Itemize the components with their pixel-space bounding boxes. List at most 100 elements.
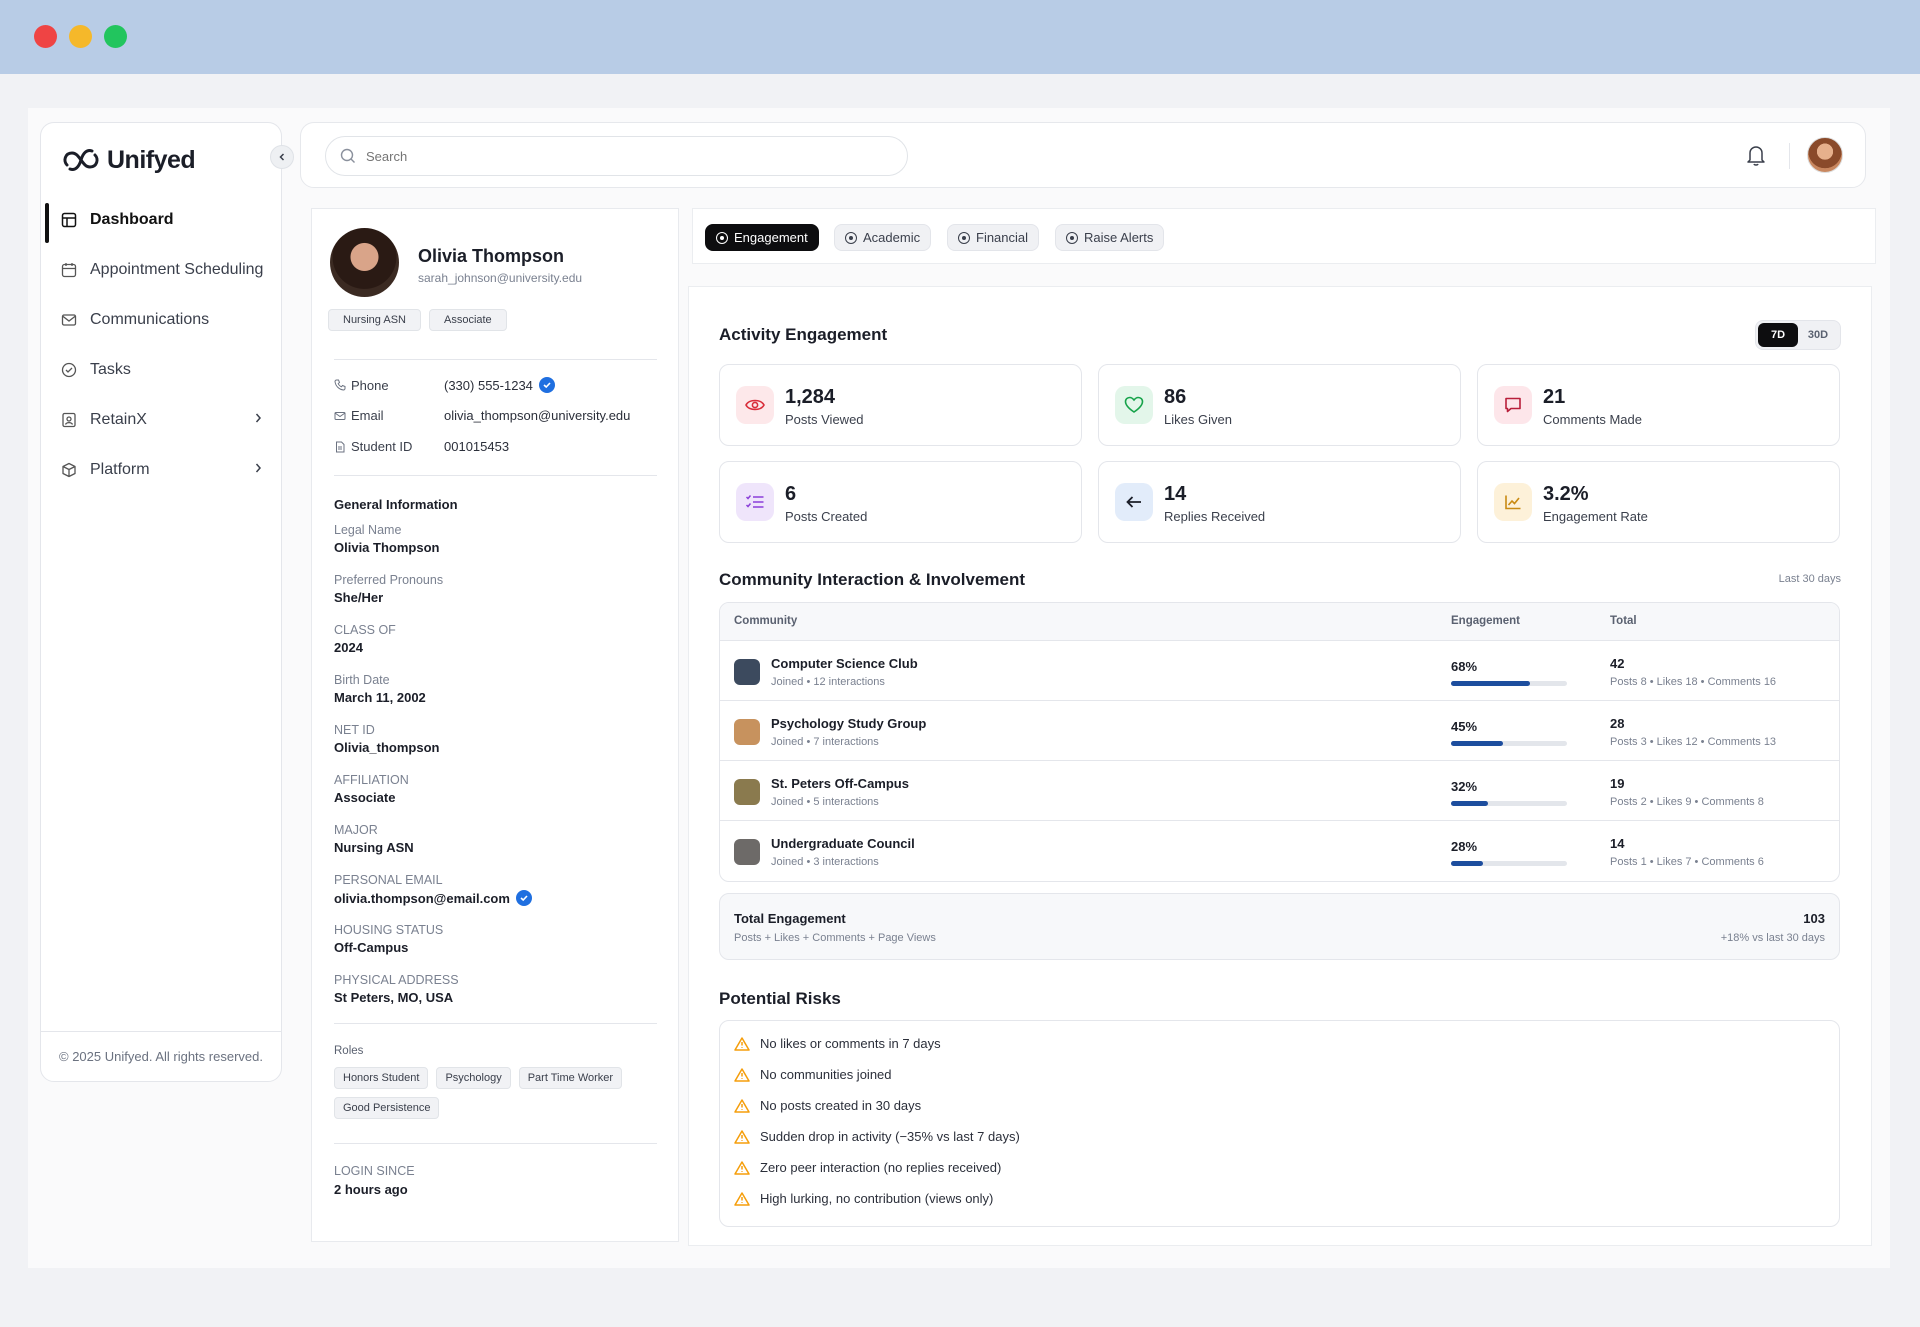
tab-raise-alerts[interactable]: Raise Alerts bbox=[1055, 224, 1165, 251]
window-close-button[interactable] bbox=[34, 25, 57, 48]
community-period: Last 30 days bbox=[1778, 573, 1841, 585]
total-engagement-title: Total Engagement bbox=[734, 911, 846, 926]
arrow-left-icon bbox=[1115, 483, 1153, 521]
roles-list: Honors Student Psychology Part Time Work… bbox=[334, 1067, 654, 1119]
contact-email-row: Email olivia_thompson@university.edu bbox=[334, 408, 630, 423]
engagement-panel: Activity Engagement 7D 30D 1,284 Posts V… bbox=[688, 286, 1872, 1246]
community-thumbnail bbox=[734, 839, 760, 865]
table-row[interactable]: Computer Science Club Joined • 12 intera… bbox=[720, 641, 1839, 701]
program-chip: Nursing ASN bbox=[328, 309, 421, 331]
total-detail: Posts 1 • Likes 7 • Comments 6 bbox=[1610, 856, 1764, 868]
contact-phone-row: Phone (330) 555-1234 bbox=[334, 377, 555, 393]
chevron-right-icon bbox=[255, 413, 261, 423]
notifications-button[interactable] bbox=[1745, 143, 1767, 172]
engagement-bar-fill bbox=[1451, 801, 1489, 806]
community-sub: Joined • 12 interactions bbox=[771, 676, 885, 688]
sidebar-item-communications[interactable]: Communications bbox=[41, 295, 281, 345]
email-value[interactable]: olivia_thompson@university.edu bbox=[444, 408, 630, 423]
stat-card: 1,284 Posts Viewed bbox=[719, 364, 1082, 446]
window-maximize-button[interactable] bbox=[104, 25, 127, 48]
stat-value: 14 bbox=[1164, 483, 1187, 505]
total-value: 42 bbox=[1610, 656, 1625, 671]
range-30d-button[interactable]: 30D bbox=[1798, 323, 1838, 347]
table-row[interactable]: St. Peters Off-Campus Joined • 5 interac… bbox=[720, 761, 1839, 821]
window-minimize-button[interactable] bbox=[69, 25, 92, 48]
engagement-percent: 45% bbox=[1451, 719, 1478, 734]
sidebar-footer: © 2025 Unifyed. All rights reserved. bbox=[41, 1031, 281, 1081]
info-net-id: NET ID Olivia_thompson bbox=[334, 723, 440, 755]
engagement-bar-fill bbox=[1451, 681, 1530, 686]
student-id-value: 001015453 bbox=[444, 439, 510, 454]
search-box[interactable] bbox=[325, 136, 908, 176]
engagement-bar-fill bbox=[1451, 861, 1484, 866]
community-name: Computer Science Club bbox=[771, 656, 918, 671]
affiliation-chip: Associate bbox=[428, 309, 507, 331]
community-name: Psychology Study Group bbox=[771, 716, 927, 731]
target-icon bbox=[716, 231, 728, 244]
role-chip: Honors Student bbox=[334, 1067, 429, 1089]
range-toggle: 7D 30D bbox=[1755, 320, 1841, 350]
profile-name: Olivia Thompson bbox=[418, 246, 565, 266]
target-icon bbox=[1066, 231, 1078, 244]
total-engagement-sub: Posts + Likes + Comments + Page Views bbox=[734, 932, 936, 944]
stat-label: Engagement Rate bbox=[1543, 509, 1648, 524]
chevron-left-icon bbox=[279, 153, 285, 161]
cube-icon bbox=[60, 461, 78, 479]
community-name: St. Peters Off-Campus bbox=[771, 776, 909, 791]
phone-icon bbox=[334, 379, 346, 391]
table-row[interactable]: Undergraduate Council Joined • 3 interac… bbox=[720, 821, 1839, 881]
sidebar-item-tasks[interactable]: Tasks bbox=[41, 345, 281, 395]
sidebar-item-label: Platform bbox=[90, 461, 150, 478]
warning-icon bbox=[734, 1191, 750, 1206]
total-value: 28 bbox=[1610, 716, 1625, 731]
col-total: Total bbox=[1610, 615, 1637, 627]
stat-card: 6 Posts Created bbox=[719, 461, 1082, 543]
student-profile-panel: Olivia Thompson sarah_johnson@university… bbox=[311, 208, 679, 1242]
divider bbox=[334, 1023, 657, 1024]
user-avatar[interactable] bbox=[1807, 137, 1843, 173]
engagement-bar-fill bbox=[1451, 741, 1504, 746]
stat-label: Likes Given bbox=[1164, 412, 1232, 427]
tab-academic[interactable]: Academic bbox=[834, 224, 932, 251]
stat-value: 3.2% bbox=[1543, 483, 1589, 505]
info-affiliation: AFFILIATION Associate bbox=[334, 773, 409, 805]
divider bbox=[334, 359, 657, 360]
logo[interactable]: Unifyed bbox=[61, 145, 196, 175]
warning-icon bbox=[734, 1160, 750, 1175]
collapse-sidebar-button[interactable] bbox=[270, 145, 294, 169]
logo-icon bbox=[63, 149, 99, 171]
sidebar-item-dashboard[interactable]: Dashboard bbox=[41, 195, 281, 245]
stat-card: 3.2% Engagement Rate bbox=[1477, 461, 1840, 543]
info-legal-name: Legal Name Olivia Thompson bbox=[334, 523, 440, 555]
sidebar-item-platform[interactable]: Platform bbox=[41, 445, 281, 495]
role-chip: Good Persistence bbox=[334, 1097, 440, 1119]
stat-value: 6 bbox=[785, 483, 797, 505]
tab-financial[interactable]: Financial bbox=[947, 224, 1040, 251]
warning-icon bbox=[734, 1067, 750, 1082]
sidebar-item-appointment-scheduling[interactable]: Appointment Scheduling bbox=[41, 245, 281, 295]
phone-value: (330) 555-1234 bbox=[444, 377, 533, 393]
total-detail: Posts 3 • Likes 12 • Comments 13 bbox=[1610, 736, 1777, 748]
header-divider bbox=[1789, 143, 1790, 169]
chevron-right-icon bbox=[255, 463, 261, 473]
table-row[interactable]: Psychology Study Group Joined • 7 intera… bbox=[720, 701, 1839, 761]
sidebar-item-retainx[interactable]: RetainX bbox=[41, 395, 281, 445]
community-table: Community Engagement Total Computer Scie… bbox=[719, 602, 1840, 882]
total-engagement-change: +18% vs last 30 days bbox=[1720, 932, 1825, 944]
calendar-icon bbox=[60, 261, 78, 279]
search-input[interactable] bbox=[366, 148, 866, 164]
engagement-percent: 68% bbox=[1451, 659, 1478, 674]
risk-item: No posts created in 30 days bbox=[734, 1098, 921, 1113]
list-icon bbox=[736, 483, 774, 521]
engagement-bar bbox=[1451, 801, 1567, 806]
total-engagement-value: 103 bbox=[1803, 911, 1825, 926]
tab-engagement[interactable]: Engagement bbox=[705, 224, 819, 251]
range-7d-button[interactable]: 7D bbox=[1758, 323, 1798, 347]
divider bbox=[334, 475, 657, 476]
verified-icon bbox=[538, 377, 555, 393]
community-sub: Joined • 7 interactions bbox=[771, 736, 879, 748]
engagement-percent: 32% bbox=[1451, 779, 1478, 794]
profile-chips: Nursing ASN Associate bbox=[328, 309, 507, 331]
logo-text: Unifyed bbox=[107, 145, 196, 174]
sidebar: Unifyed Dashboard Appointment Scheduling… bbox=[40, 122, 294, 1082]
